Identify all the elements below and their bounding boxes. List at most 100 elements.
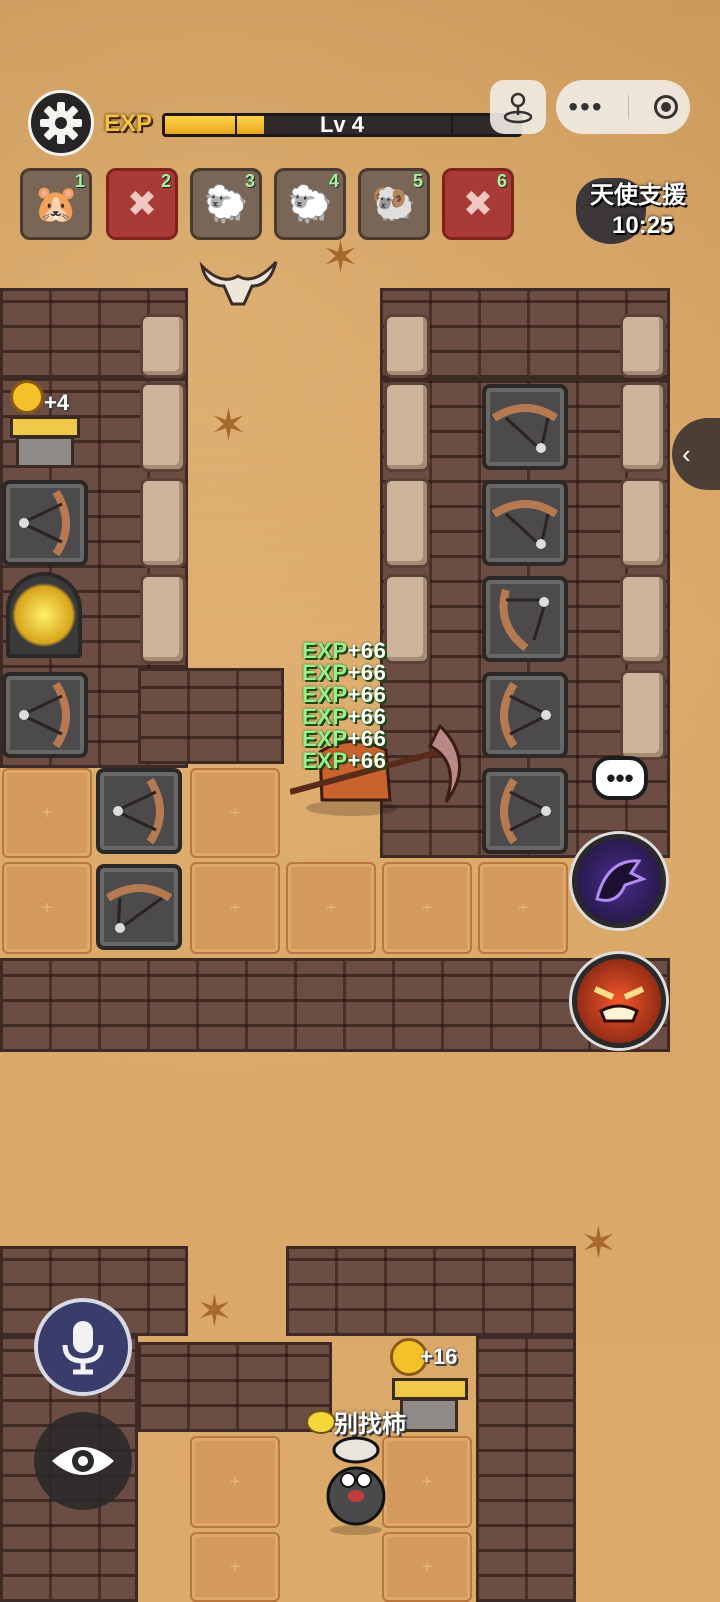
dry-plant-icon: ✶ — [210, 401, 247, 450]
dragon-skill-button[interactable] — [572, 834, 666, 928]
crossbow-turret[interactable] — [2, 672, 88, 758]
stone-pillar — [620, 314, 666, 378]
exp-bar: Lv 4 — [162, 113, 522, 137]
stone-pillar — [140, 382, 186, 472]
close-target-icon[interactable] — [653, 95, 678, 119]
house-roof — [392, 1378, 468, 1400]
floor-tile[interactable] — [382, 1532, 472, 1602]
slot-number: 5 — [412, 171, 423, 191]
chevron-left-icon: ‹ — [682, 438, 691, 469]
red-claw-demon-avatar-icon: ✖ — [126, 183, 158, 224]
crossbow-icon — [499, 588, 549, 652]
team-slot-1[interactable]: 🐹 1 — [20, 168, 92, 240]
lower-right-wall — [286, 1246, 576, 1336]
shadow-dragon-icon — [595, 859, 647, 902]
floor-tile[interactable] — [286, 862, 376, 954]
crossbow-icon — [500, 777, 551, 845]
crossbow-turret[interactable] — [96, 768, 182, 854]
crossbow-icon — [19, 681, 70, 749]
floor-tile[interactable] — [190, 1436, 280, 1528]
upper-room-bottom-wall — [0, 958, 670, 1052]
floor-tile[interactable] — [2, 768, 92, 858]
dry-plant-icon: ✶ — [196, 1287, 233, 1336]
gold-gain-text: +4 — [44, 390, 70, 415]
crossbow-turret[interactable] — [2, 480, 88, 566]
joystick-button[interactable] — [490, 80, 546, 134]
gold-gain-text: +16 — [420, 1344, 458, 1369]
stone-pillar — [140, 574, 186, 664]
voice-button[interactable] — [34, 1298, 132, 1396]
crossbow-turret[interactable] — [482, 480, 568, 566]
capsule-divider — [628, 95, 630, 119]
chat-button[interactable]: ••• — [592, 756, 648, 800]
more-options-icon[interactable]: ••• — [568, 91, 603, 123]
center-stub-wall — [138, 668, 284, 764]
slot-number: 2 — [160, 171, 171, 191]
stone-pillar — [620, 574, 666, 664]
stone-pillar — [384, 478, 430, 568]
floor-tile[interactable] — [382, 862, 472, 954]
team-slot-4[interactable]: 🐑 4 — [274, 168, 346, 240]
house-body — [16, 436, 74, 468]
slot-number: 3 — [244, 171, 255, 191]
stone-pillar — [620, 478, 666, 568]
player-name: 别找柿 — [334, 1411, 406, 1438]
lemon-icon — [306, 1410, 336, 1434]
crossbow-turret[interactable] — [482, 576, 568, 662]
sheep-headband-avatar-icon: 🐏 — [371, 183, 417, 224]
cow-skull-icon — [192, 256, 284, 308]
exp-popup: EXP+66 — [302, 748, 387, 773]
sheep-glasses-avatar-icon: 🐑 — [203, 183, 249, 224]
rage-skill-button[interactable] — [572, 954, 666, 1048]
floor-tile[interactable] — [478, 862, 568, 954]
lower-right-side-wall — [476, 1336, 576, 1602]
gold-house[interactable]: +4 — [4, 380, 84, 470]
level-label: Lv 4 — [319, 113, 365, 137]
angry-face-icon — [593, 986, 645, 1023]
support-label[interactable]: 天使支援 — [590, 175, 686, 210]
crossbow-turret[interactable] — [482, 768, 568, 854]
black-sheep-avatar-icon: 🐑 — [287, 183, 333, 224]
floor-tile[interactable] — [190, 1532, 280, 1602]
dry-plant-icon: ✶ — [580, 1219, 617, 1268]
settings-button[interactable] — [28, 90, 94, 156]
team-slot-6[interactable]: ✖ 6 — [442, 168, 514, 240]
stone-pillar — [384, 382, 430, 472]
crossbow-turret[interactable] — [482, 672, 568, 758]
close-target-dot — [660, 102, 671, 112]
view-toggle-button[interactable] — [34, 1412, 132, 1510]
crossbow-turret[interactable] — [482, 384, 568, 470]
crossbow-icon — [19, 489, 70, 557]
floor-tile[interactable] — [2, 862, 92, 954]
slot-number: 6 — [496, 171, 507, 191]
crossbow-icon — [491, 404, 559, 453]
crossbow-turret[interactable] — [96, 864, 182, 950]
stone-pillar — [620, 670, 666, 760]
gear-icon — [40, 102, 82, 144]
slot-number: 4 — [328, 171, 339, 191]
gold-coin-icon — [10, 380, 44, 414]
crossbow-icon — [500, 681, 551, 749]
floor-tile[interactable] — [190, 862, 280, 954]
crossbow-icon — [491, 500, 559, 549]
eye-icon — [52, 1447, 114, 1475]
chat-dots-icon: ••• — [606, 762, 634, 793]
team-slot-5[interactable]: 🐏 5 — [358, 168, 430, 240]
floor-tile[interactable] — [190, 768, 280, 858]
team-slot-2[interactable]: ✖ 2 — [106, 168, 178, 240]
stone-pillar — [384, 574, 430, 664]
microphone-icon — [62, 1321, 104, 1375]
crossbow-icon — [105, 884, 173, 933]
exp-label: EXP — [104, 110, 153, 137]
support-timer: 10:25 — [612, 212, 674, 239]
stone-pillar — [140, 314, 186, 378]
hamster-sheep-avatar-icon: 🐹 — [33, 183, 79, 224]
golden-portal[interactable] — [6, 572, 82, 658]
stone-pillar — [384, 314, 430, 378]
player-sheep[interactable] — [318, 1436, 394, 1536]
mini-program-capsule: ••• — [556, 80, 690, 134]
house-roof — [10, 416, 80, 438]
floor-tile[interactable] — [382, 1436, 472, 1528]
team-slot-3[interactable]: 🐑 3 — [190, 168, 262, 240]
joystick-icon — [503, 92, 533, 124]
